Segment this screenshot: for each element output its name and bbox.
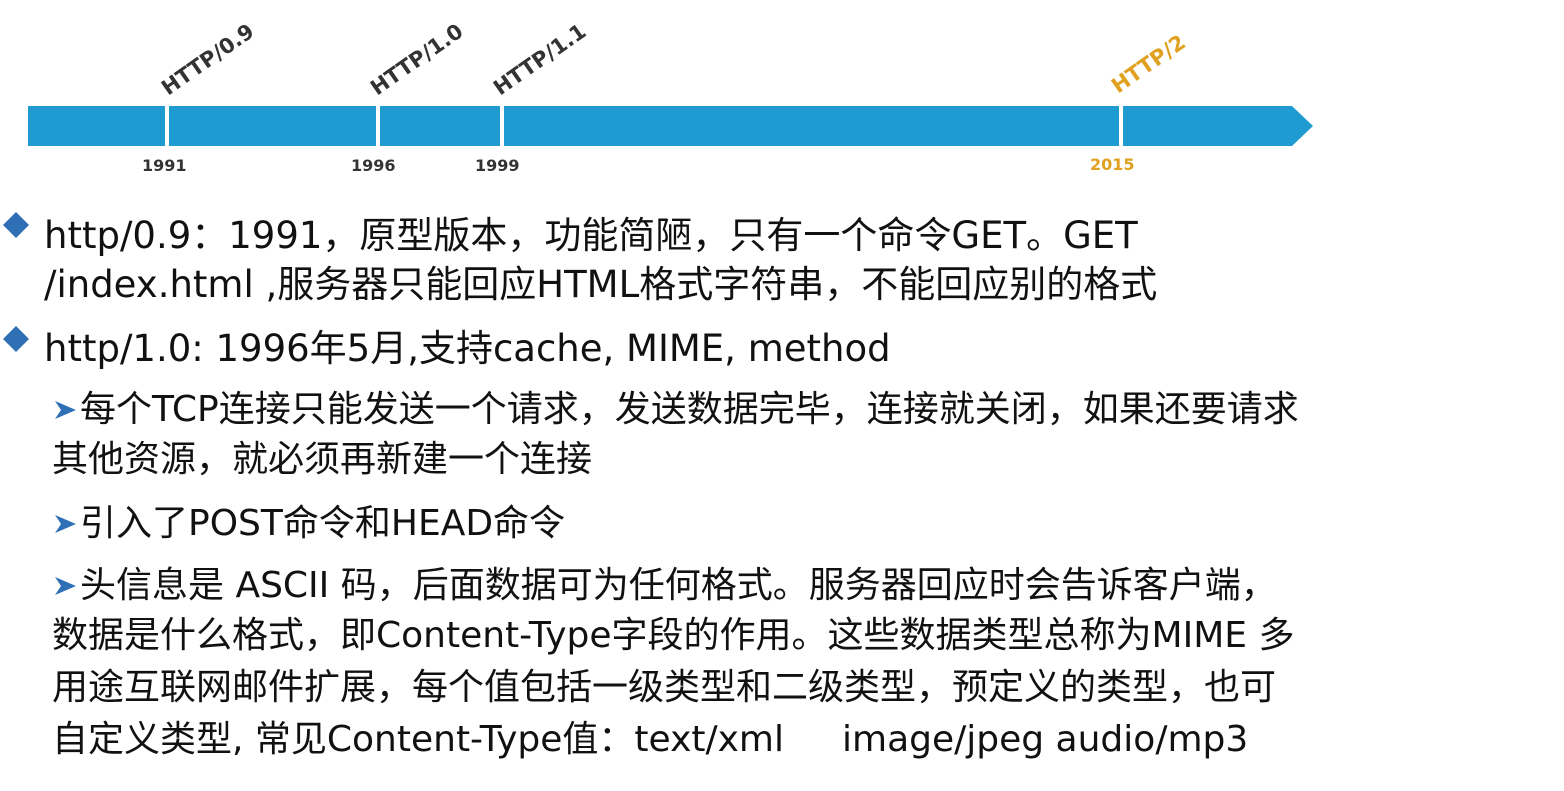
arrow-bullet-icon [55, 515, 76, 533]
http10-description: http/1.0: 1996年5月,支持cache, MIME, method [44, 327, 891, 370]
content-type-examples: image/jpeg audio/mp3 [842, 719, 1249, 760]
http10-point-single-request-cont: 其他资源，就必须再新建一个连接 [52, 439, 593, 480]
diamond-bullet-icon [3, 212, 29, 238]
content-type-intro: 自定义类型, 常见Content-Type值：text/xml [52, 719, 784, 760]
milestone-version-label: HTTP/1.0 [366, 19, 467, 100]
sub-point-text: 引入了POST命令和HEAD命令 [80, 503, 566, 544]
http10-point-post-head: 引入了POST命令和HEAD命令 [52, 494, 565, 546]
sub-point-text: 每个TCP连接只能发送一个请求，发送数据完毕，连接就关闭，如果还要请求 [80, 389, 1299, 430]
milestone-version-label: HTTP/0.9 [157, 19, 258, 100]
http10-point-single-request: 每个TCP连接只能发送一个请求，发送数据完毕，连接就关闭，如果还要请求 [52, 380, 1299, 432]
http10-point-content-type: 数据是什么格式，即Content-Type字段的作用。这些数据类型总称为MIME… [52, 615, 1295, 656]
http10-point-mime: 用途互联网邮件扩展，每个值包括一级类型和二级类型，预定义的类型，也可 [52, 667, 1277, 708]
http09-description: http/0.9：1991，原型版本，功能简陋，只有一个命令GET。GET [44, 214, 1138, 257]
diamond-bullet-icon [3, 326, 29, 352]
http09-description-cont: /index.html ,服务器只能回应HTML格式字符串，不能回应别的格式 [44, 263, 1158, 306]
http-timeline: HTTP/0.9 HTTP/1.0 HTTP/1.1 HTTP/2 1991 1… [28, 19, 1313, 175]
milestone-year-label: 1996 [351, 156, 396, 175]
milestone-version-label: HTTP/1.1 [489, 19, 590, 100]
http10-point-content-type-examples: 自定义类型, 常见Content-Type值：text/xml image/jpe… [52, 710, 1248, 762]
milestone-year-label: 1999 [475, 156, 520, 175]
arrow-bullet-icon [55, 401, 76, 419]
milestone-version-label: HTTP/2 [1107, 30, 1190, 98]
http10-point-ascii-header: 头信息是 ASCII 码，后面数据可为任何格式。服务器回应时会告诉客户端， [52, 556, 1277, 608]
arrow-bullet-icon [55, 577, 76, 595]
milestone-year-label: 1991 [142, 156, 187, 175]
milestone-year-label: 2015 [1090, 155, 1135, 174]
sub-point-text: 头信息是 ASCII 码，后面数据可为任何格式。服务器回应时会告诉客户端， [80, 565, 1277, 606]
